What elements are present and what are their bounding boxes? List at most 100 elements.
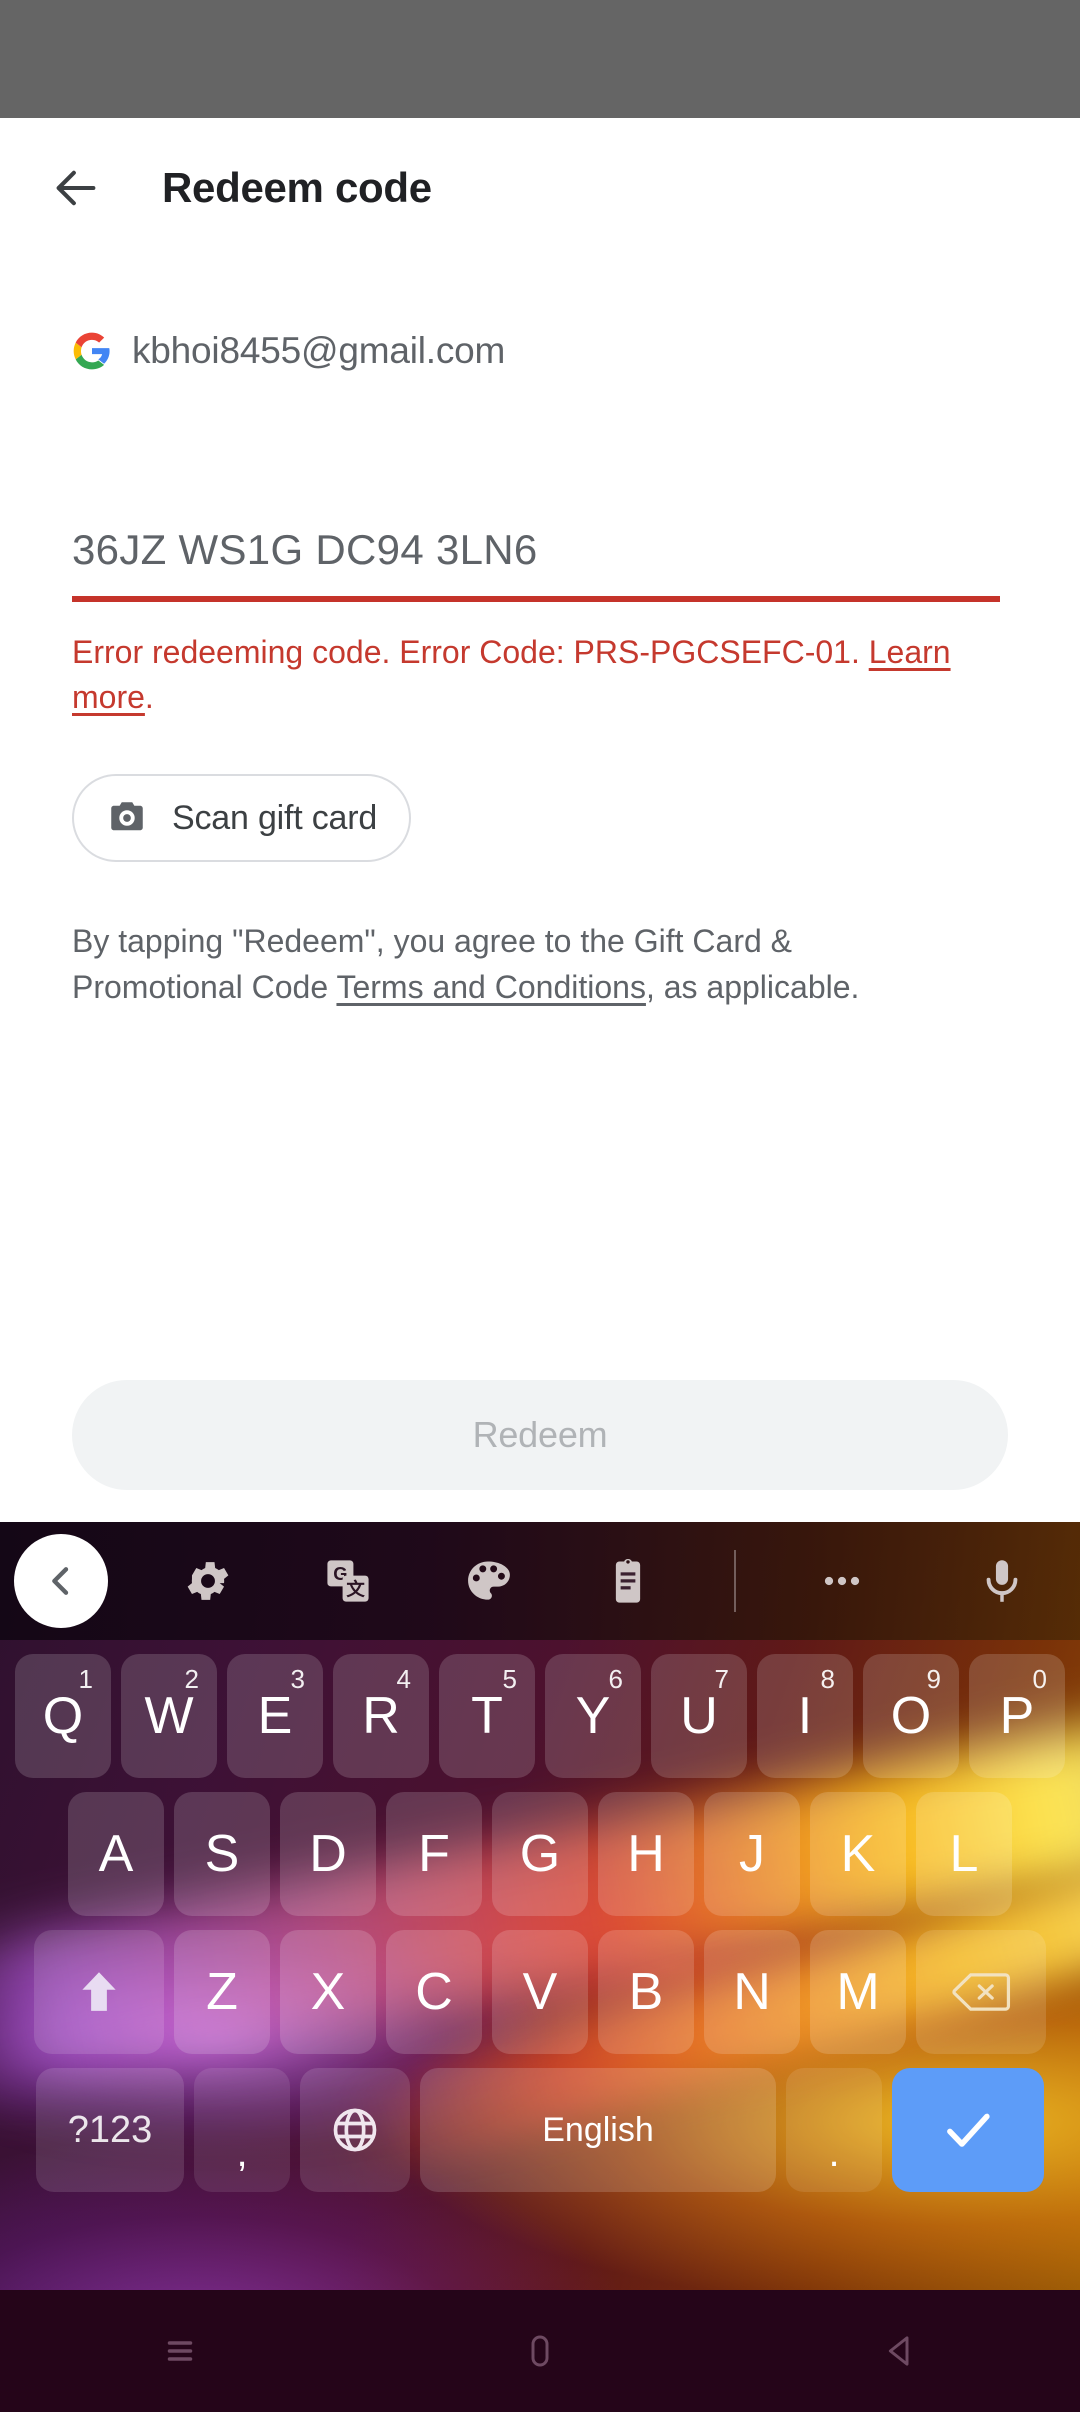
keyboard-voice-input-button[interactable] <box>954 1533 1050 1629</box>
comma-key[interactable]: , <box>194 2068 290 2192</box>
home-icon <box>531 2335 549 2367</box>
key-S[interactable]: S <box>174 1792 270 1916</box>
key-label: J <box>739 1825 765 1883</box>
comma-key-label: , <box>236 2131 248 2175</box>
key-A[interactable]: A <box>68 1792 164 1916</box>
terms-and-conditions-link[interactable]: Terms and Conditions <box>336 969 645 1005</box>
key-label: U <box>680 1687 718 1745</box>
error-text: Error redeeming code. Error Code: PRS-PG… <box>72 634 860 670</box>
key-G[interactable]: G <box>492 1792 588 1916</box>
key-R[interactable]: 4R <box>333 1654 429 1778</box>
key-D[interactable]: D <box>280 1792 376 1916</box>
key-Y[interactable]: 6Y <box>545 1654 641 1778</box>
error-message: Error redeeming code. Error Code: PRS-PG… <box>72 630 1012 721</box>
key-X[interactable]: X <box>280 1930 376 2054</box>
key-sup: 8 <box>820 1664 835 1694</box>
keyboard-toolbar: G 文 <box>0 1522 1080 1640</box>
key-label: T <box>471 1687 503 1745</box>
key-U[interactable]: 7U <box>651 1654 747 1778</box>
key-sup: 4 <box>396 1664 411 1694</box>
system-navigation-bar <box>0 2290 1080 2412</box>
key-P[interactable]: 0P <box>969 1654 1065 1778</box>
key-label: W <box>144 1687 194 1745</box>
key-W[interactable]: 2W <box>121 1654 217 1778</box>
key-label: R <box>362 1687 400 1745</box>
scan-gift-card-button[interactable]: Scan gift card <box>72 774 412 862</box>
home-button[interactable] <box>480 2311 600 2391</box>
clipboard-icon <box>615 1559 641 1603</box>
key-label: E <box>257 1687 293 1745</box>
space-key[interactable]: English <box>420 2068 776 2192</box>
back-triangle-icon <box>888 2336 909 2366</box>
key-I[interactable]: 8I <box>757 1654 853 1778</box>
gear-icon <box>187 1562 229 1600</box>
key-label: Z <box>206 1963 238 2021</box>
key-label: B <box>628 1963 664 2021</box>
key-K[interactable]: K <box>810 1792 906 1916</box>
language-switch-key[interactable] <box>300 2068 410 2192</box>
key-J[interactable]: J <box>704 1792 800 1916</box>
key-V[interactable]: V <box>492 1930 588 2054</box>
checkmark-icon <box>947 2113 990 2147</box>
key-label: S <box>204 1825 240 1883</box>
key-B[interactable]: B <box>598 1930 694 2054</box>
key-H[interactable]: H <box>598 1792 694 1916</box>
key-L[interactable]: L <box>916 1792 1012 1916</box>
key-Q[interactable]: 1Q <box>15 1654 111 1778</box>
keyboard-row-1: 1Q 2W 3E 4R 5T 6Y 7U 8I 9O 0P <box>0 1654 1080 1778</box>
globe-language-icon <box>333 2108 377 2152</box>
status-bar <box>0 0 1080 118</box>
backspace-key[interactable] <box>916 1930 1046 2054</box>
back-button[interactable] <box>28 140 124 236</box>
key-label: N <box>733 1963 771 2021</box>
keyboard-translate-button[interactable]: G 文 <box>300 1533 396 1629</box>
key-label: P <box>999 1687 1035 1745</box>
keyboard-settings-button[interactable] <box>160 1533 256 1629</box>
microphone-icon <box>986 1560 1018 1602</box>
keyboard-theme-button[interactable] <box>440 1533 536 1629</box>
key-label: Q <box>42 1687 84 1745</box>
key-label: K <box>840 1825 876 1883</box>
svg-text:文: 文 <box>346 1579 365 1600</box>
keyboard-collapse-button[interactable] <box>14 1534 108 1628</box>
app-content: Redeem code kbhoi8455@gmail.com 36JZ WS1… <box>0 118 1080 1522</box>
terms-part-two: , as applicable. <box>645 969 860 1006</box>
key-label: G <box>519 1825 561 1883</box>
redeem-code-input[interactable]: 36JZ WS1G DC94 3LN6 <box>72 526 1000 596</box>
key-sup: 0 <box>1032 1664 1047 1694</box>
back-button-nav[interactable] <box>840 2311 960 2391</box>
redeem-button-label: Redeem <box>472 1414 608 1455</box>
page-title: Redeem code <box>162 164 432 211</box>
key-label: F <box>418 1825 450 1883</box>
key-label: A <box>98 1825 134 1883</box>
key-sup: 6 <box>608 1664 623 1694</box>
on-screen-keyboard: G 文 1 Q 2 W 3 E 4 R 5 T 6 Y 7 U 8 I 9 O … <box>0 1522 1080 2290</box>
enter-key[interactable] <box>892 2068 1044 2192</box>
recents-button[interactable] <box>120 2311 240 2391</box>
key-M[interactable]: M <box>810 1930 906 2054</box>
key-label: X <box>310 1963 346 2021</box>
redeem-code-field[interactable]: 36JZ WS1G DC94 3LN6 <box>72 526 1000 602</box>
shift-key[interactable] <box>34 1930 164 2054</box>
redeem-button[interactable]: Redeem <box>72 1380 1008 1490</box>
key-sup: 2 <box>184 1664 199 1694</box>
key-C[interactable]: C <box>386 1930 482 2054</box>
keyboard-more-button[interactable] <box>794 1533 890 1629</box>
key-sup: 7 <box>714 1664 729 1694</box>
key-Z[interactable]: Z <box>174 1930 270 2054</box>
period-key[interactable]: . <box>786 2068 882 2192</box>
keyboard-row-4: ?123 , English . <box>0 2068 1080 2192</box>
symbols-key[interactable]: ?123 <box>36 2068 184 2192</box>
key-F[interactable]: F <box>386 1792 482 1916</box>
key-E[interactable]: 3E <box>227 1654 323 1778</box>
key-N[interactable]: N <box>704 1930 800 2054</box>
key-O[interactable]: 9O <box>863 1654 959 1778</box>
terms-text: By tapping "Redeem", you agree to the Gi… <box>72 918 882 1010</box>
account-row[interactable]: kbhoi8455@gmail.com <box>72 330 505 372</box>
keyboard-clipboard-button[interactable] <box>580 1533 676 1629</box>
key-label: Y <box>575 1687 611 1745</box>
key-T[interactable]: 5T <box>439 1654 535 1778</box>
palette-icon <box>468 1561 510 1600</box>
scan-gift-card-label: Scan gift card <box>172 798 378 837</box>
key-label: H <box>627 1825 665 1883</box>
